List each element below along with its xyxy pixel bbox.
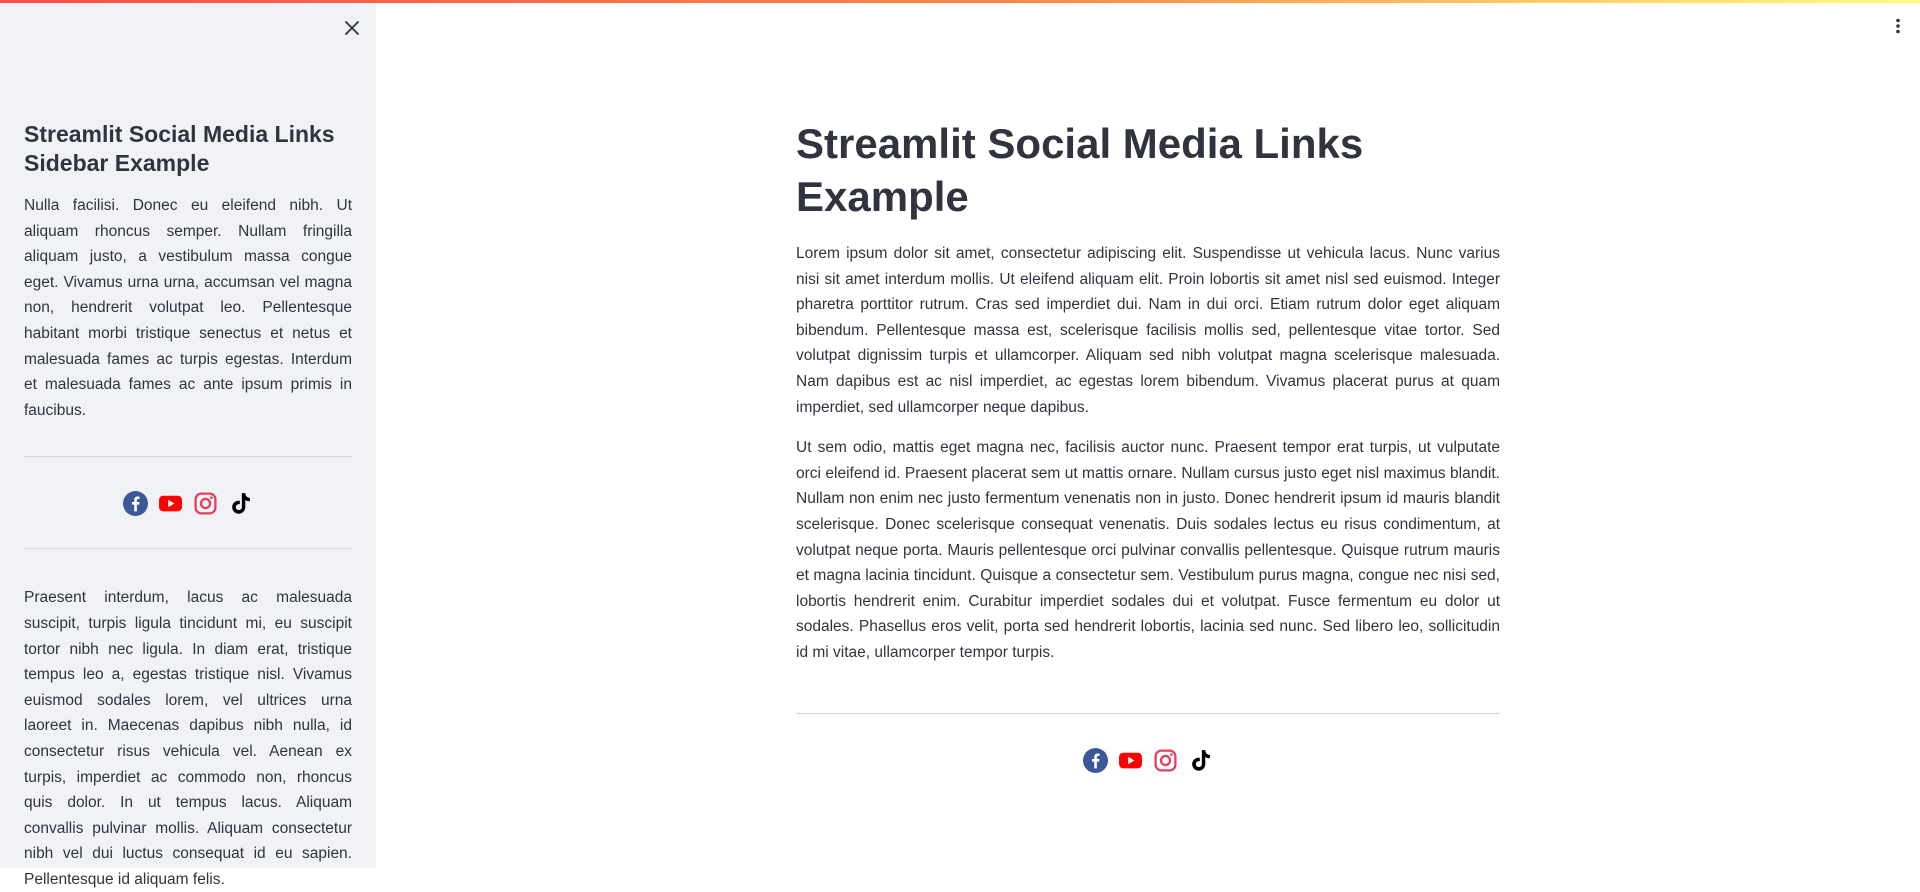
sidebar-social-links (24, 491, 352, 517)
instagram-icon (1154, 748, 1177, 772)
tiktok-link[interactable] (228, 491, 253, 516)
instagram-link[interactable] (193, 491, 218, 516)
instagram-link[interactable] (1153, 748, 1178, 773)
tiktok-icon (232, 493, 250, 515)
tiktok-link[interactable] (1188, 748, 1213, 773)
page-title: Streamlit Social Media Links Example (796, 120, 1364, 220)
sidebar-divider (24, 548, 352, 550)
main-content: Streamlit Social Media Links Example Lor… (796, 117, 1500, 773)
sidebar: Streamlit Social Media Links Sidebar Exa… (0, 0, 376, 888)
sidebar-title: Streamlit Social Media Links Sidebar Exa… (24, 121, 335, 176)
close-sidebar-button[interactable] (340, 16, 364, 40)
close-icon (345, 21, 359, 35)
tiktok-icon (1192, 749, 1210, 771)
facebook-link[interactable] (1083, 747, 1108, 773)
main-paragraph: Ut sem odio, mattis eget magna nec, faci… (796, 439, 1500, 661)
top-decoration-bar (0, 0, 1920, 3)
sidebar-paragraph: Praesent interdum, lacus ac malesuada su… (24, 589, 352, 888)
youtube-link[interactable] (1118, 748, 1143, 773)
main-menu-button[interactable] (1886, 14, 1910, 38)
main-paragraph: Lorem ipsum dolor sit amet, consectetur … (796, 245, 1500, 416)
sidebar-content: Streamlit Social Media Links Sidebar Exa… (24, 120, 352, 892)
facebook-icon (123, 491, 148, 517)
youtube-icon (159, 496, 182, 512)
youtube-link[interactable] (158, 491, 183, 516)
facebook-link[interactable] (123, 491, 148, 517)
instagram-icon (194, 492, 217, 515)
main-divider (796, 712, 1500, 714)
facebook-icon (1083, 747, 1108, 773)
sidebar-paragraph: Nulla facilisi. Donec eu eleifend nibh. … (24, 197, 352, 419)
more-vertical-icon (1896, 18, 1900, 34)
main-social-links (796, 747, 1500, 773)
sidebar-divider (24, 456, 352, 458)
youtube-icon (1119, 752, 1142, 768)
